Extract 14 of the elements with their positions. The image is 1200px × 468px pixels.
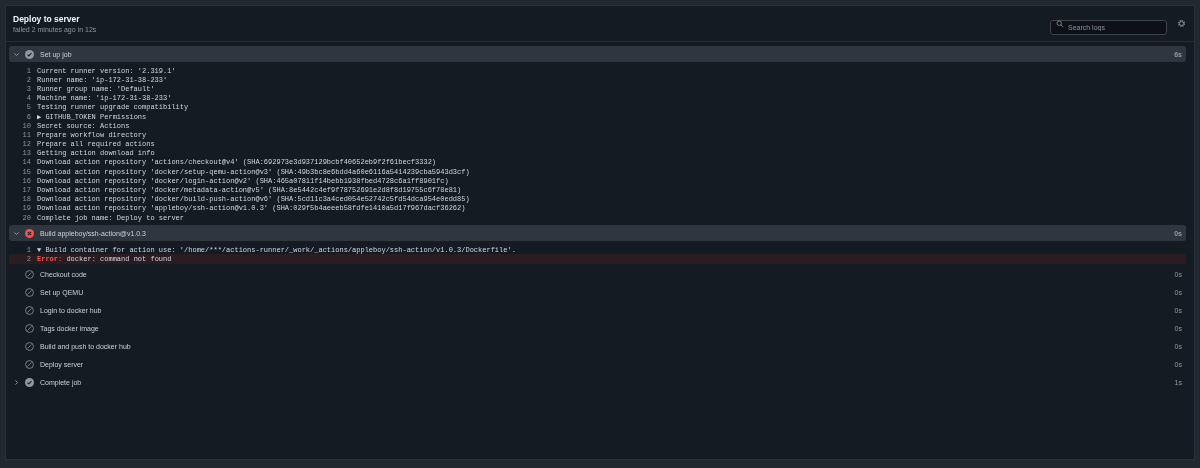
check-circle-icon	[25, 49, 34, 59]
skipped-icon	[25, 288, 34, 298]
error-circle-icon	[25, 228, 34, 238]
skipped-icon	[25, 306, 34, 316]
caret-icon	[13, 229, 20, 237]
settings-icon[interactable]	[1177, 19, 1186, 28]
skipped-icon	[25, 360, 34, 370]
check-circle-icon	[25, 378, 34, 388]
caret-icon	[13, 50, 20, 58]
search-icon	[1056, 19, 1064, 28]
skipped-icon	[25, 342, 34, 352]
skipped-icon	[25, 270, 34, 280]
skipped-icon	[25, 324, 34, 334]
workflow-title: Deploy to server	[13, 14, 81, 24]
